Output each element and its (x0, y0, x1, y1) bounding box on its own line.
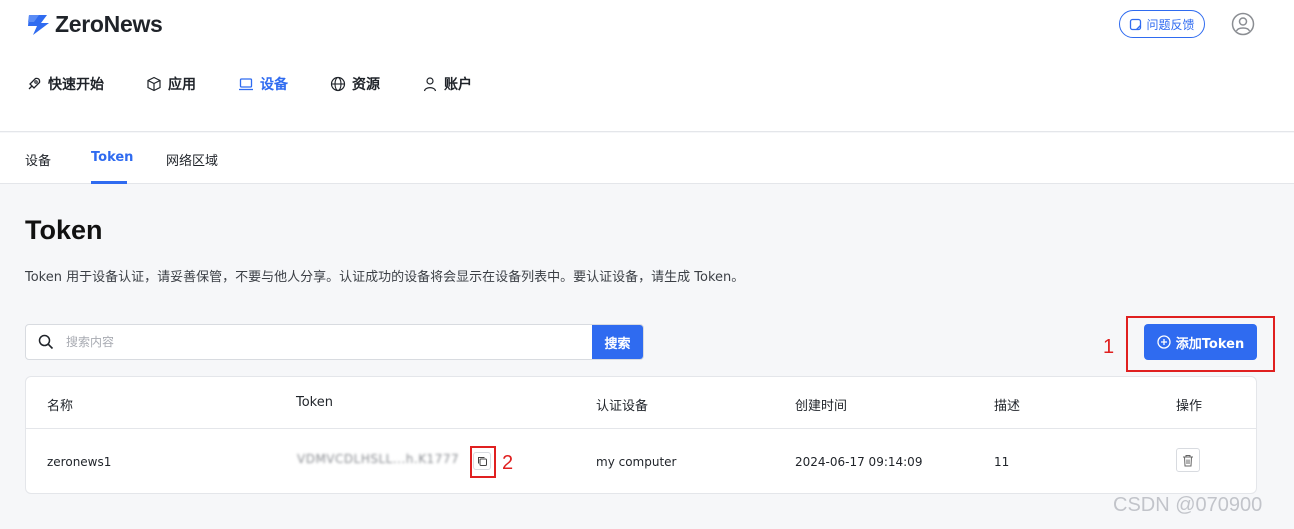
brand-name: ZeroNews (55, 11, 163, 37)
tab-token[interactable]: Token (91, 150, 133, 165)
col-token-header: Token (296, 395, 333, 410)
trash-icon (1183, 454, 1193, 466)
annotation-number-1: 1 (1103, 336, 1115, 358)
tab-network-zone[interactable]: 网络区域 (166, 150, 218, 169)
nav-label: 应用 (168, 77, 196, 93)
col-actions-header: 操作 (1176, 399, 1203, 414)
logo[interactable]: ZeroNews (25, 11, 163, 38)
avatar-icon[interactable] (1231, 12, 1255, 36)
search-bar: 搜索 (25, 324, 644, 360)
nav-item-quickstart[interactable]: 快速开始 (26, 73, 104, 95)
add-token-label: 添加Token (1175, 336, 1245, 352)
sub-tabs: 设备 Token 网络区域 (0, 133, 1294, 184)
feedback-label: 问题反馈 (1146, 17, 1195, 32)
search-input[interactable] (66, 325, 592, 359)
plus-circle-icon (1157, 335, 1171, 349)
feedback-button[interactable]: 问题反馈 (1119, 10, 1205, 38)
row-device: my computer (596, 455, 677, 469)
cube-icon (147, 76, 161, 92)
nav-label: 设备 (260, 77, 288, 93)
search-icon (26, 325, 66, 359)
row-description: 11 (994, 455, 1010, 469)
tab-devices[interactable]: 设备 (25, 150, 51, 169)
row-token: VDMVCDLHSLL...h.K1777 (297, 452, 460, 466)
copy-icon (477, 456, 487, 466)
nav-item-apps[interactable]: 应用 (146, 73, 196, 95)
row-created: 2024-06-17 09:14:09 (795, 455, 923, 469)
col-name-header: 名称 (47, 399, 74, 414)
note-icon (1130, 18, 1142, 30)
delete-token-button[interactable] (1176, 448, 1200, 472)
copy-token-button[interactable] (473, 452, 491, 470)
nav-item-resources[interactable]: 资源 (330, 73, 380, 95)
nav-label: 账户 (444, 77, 472, 93)
globe-icon (330, 76, 346, 92)
rocket-icon (28, 77, 41, 90)
laptop-icon (239, 78, 253, 91)
zeronews-logo-icon (28, 14, 49, 35)
nav-item-devices[interactable]: 设备 (238, 73, 288, 95)
add-token-button[interactable]: 添加Token (1144, 324, 1257, 360)
col-description-header: 描述 (994, 399, 1021, 414)
page-description: Token 用于设备认证，请妥善保管，不要与他人分享。认证成功的设备将会显示在设… (25, 270, 745, 285)
nav-label: 快速开始 (48, 77, 104, 93)
annotation-number-2: 2 (502, 452, 514, 474)
watermark: CSDN @070900 (1113, 494, 1263, 516)
user-icon (423, 77, 437, 92)
token-table: 名称 Token 认证设备 创建时间 描述 操作 zeronews1 VDMVC… (25, 376, 1257, 494)
nav-label: 资源 (352, 77, 380, 93)
nav-item-account[interactable]: 账户 (422, 73, 472, 95)
row-name: zeronews1 (47, 455, 112, 469)
page-title: Token (25, 215, 103, 245)
col-device-header: 认证设备 (596, 399, 649, 414)
top-header: ZeroNews 问题反馈 快速开始 应用 设备 资源 账户 (0, 0, 1294, 132)
search-button[interactable]: 搜索 (592, 325, 643, 359)
main-nav: 快速开始 应用 设备 资源 账户 (26, 73, 514, 95)
table-header: 名称 Token 认证设备 创建时间 描述 操作 (26, 377, 1256, 429)
col-created-header: 创建时间 (795, 399, 848, 414)
active-tab-indicator (91, 181, 127, 184)
